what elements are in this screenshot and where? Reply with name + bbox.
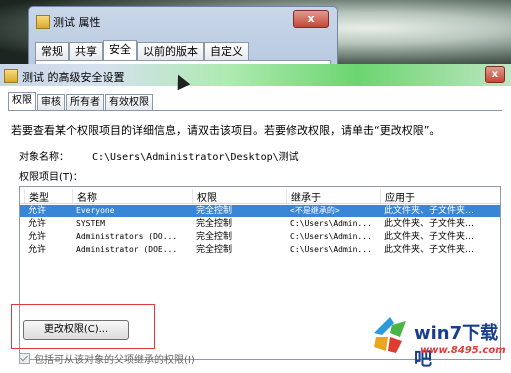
table-row[interactable]: 允许 Administrator (DOE... 完全控制 C:\Users\Admi… [20,244,500,256]
table-row[interactable]: 允许 Everyone 完全控制 <不是继承的> 此文件夹、子文件夹… [20,205,500,217]
change-permissions-button[interactable]: 更改权限(C)... [23,320,129,340]
column-header-3[interactable]: 继承于 [286,189,321,204]
cell-type: 允许 [28,232,47,242]
cell-perm: 完全控制 [196,219,233,229]
close-button[interactable]: x [485,66,505,83]
permission-entries-label: 权限项目(T)： [19,172,83,183]
table-row[interactable]: 允许 Administrators (DO... 完全控制 C:\Users\Admi… [20,231,500,243]
cell-inherited: C:\Users\Admin... [290,219,372,228]
cell-type: 允许 [28,219,47,229]
cell-applies: 此文件夹、子文件夹… [384,232,475,242]
cell-name: SYSTEM [76,219,105,228]
table-header: 类型 名称 权限 继承于 应用于 [20,187,500,204]
cell-perm: 完全控制 [196,245,233,255]
cell-type: 允许 [28,245,47,255]
properties-tabs: 常规 共享 安全 以前的版本 自定义 [35,40,249,60]
inherit-checkbox[interactable] [19,353,30,364]
column-header-0[interactable]: 类型 [24,189,49,204]
cell-inherited: C:\Users\Admin... [290,245,372,254]
cell-inherited: C:\Users\Admin... [290,232,372,241]
inherit-checkbox-label: 包括可从该对象的父项继承的权限(I) [34,355,195,366]
advanced-tab-3[interactable]: 有效权限 [105,94,153,110]
inherit-permissions-row[interactable]: 包括可从该对象的父项继承的权限(I) [19,351,195,366]
cell-applies: 此文件夹、子文件夹… [384,245,475,255]
cell-perm: 完全控制 [196,232,233,242]
cell-perm: 完全控制 [196,206,233,216]
folder-icon [36,15,50,29]
cell-applies: 此文件夹、子文件夹… [384,219,475,229]
windows-logo-icon [374,317,406,353]
object-name-value: C:\Users\Administrator\Desktop\测试 [92,152,299,163]
properties-tab-0[interactable]: 常规 [35,42,69,60]
advanced-tab-2[interactable]: 所有者 [66,94,104,110]
folder-icon [4,69,18,83]
watermark: win7下载吧 www.8495.com [368,309,510,370]
cell-type: 允许 [28,206,47,216]
cell-applies: 此文件夹、子文件夹… [384,206,475,216]
column-header-1[interactable]: 名称 [72,189,97,204]
properties-tab-1[interactable]: 共享 [69,42,103,60]
watermark-url: www.8495.com [420,345,506,356]
cell-name: Administrators (DO... [76,232,178,241]
cell-name: Administrator (DOE... [76,245,178,254]
advanced-tab-0[interactable]: 权限 [8,92,36,110]
properties-tab-2[interactable]: 安全 [103,40,137,60]
advanced-security-tabs: 权限 审核 所有者 有效权限 [8,92,154,111]
object-name-label: 对象名称： [19,152,69,163]
cell-inherited: <不是继承的> [290,206,340,215]
advanced-security-titlebar[interactable]: 测试 的高级安全设置 x [0,64,511,86]
column-header-4[interactable]: 应用于 [380,189,415,204]
cell-name: Everyone [76,206,115,215]
properties-tab-3[interactable]: 以前的版本 [137,42,204,60]
advanced-tab-1[interactable]: 审核 [37,94,65,110]
table-row[interactable]: 允许 SYSTEM 完全控制 C:\Users\Admin... 此文件夹、子文件夹… [20,218,500,230]
instruction-text: 若要查看某个权限项目的详细信息，请双击该项目。若要修改权限，请单击“更改权限”。 [11,124,441,137]
properties-window-title: 测试 属性 [53,16,101,29]
properties-close-button[interactable]: x [293,10,329,28]
properties-tab-4[interactable]: 自定义 [204,42,249,60]
advanced-security-title: 测试 的高级安全设置 [22,71,125,84]
column-header-2[interactable]: 权限 [192,189,217,204]
